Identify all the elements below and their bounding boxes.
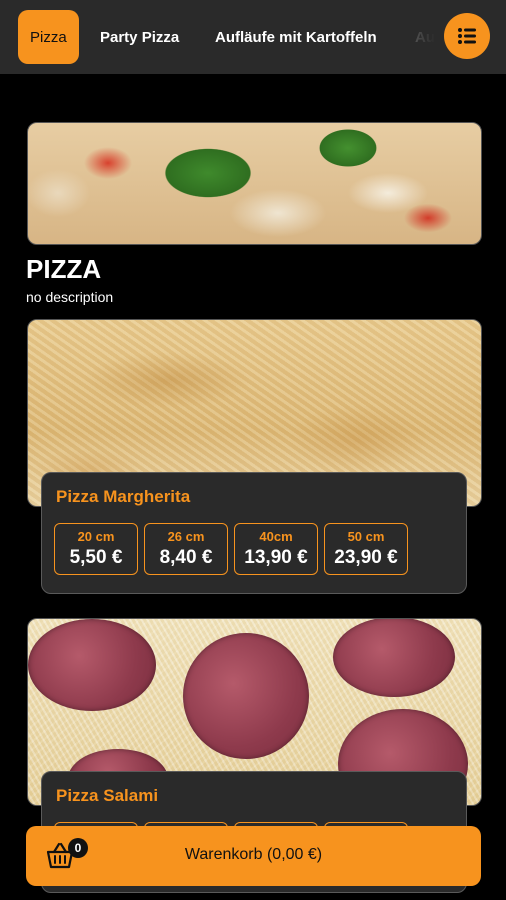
size-option-20cm[interactable]: 20 cm 5,50 € <box>54 523 138 575</box>
size-options: 20 cm 5,50 € 26 cm 8,40 € 40cm 13,90 € 5… <box>54 523 408 575</box>
list-icon <box>458 28 476 44</box>
size-price: 5,50 € <box>69 547 123 568</box>
size-label: 26 cm <box>167 529 205 544</box>
size-price: 13,90 € <box>244 547 308 568</box>
product-name: Pizza Margherita <box>56 487 191 506</box>
category-tab-party-pizza[interactable]: Party Pizza <box>100 10 179 64</box>
cart-button[interactable]: 0 Warenkorb (0,00 €) <box>26 826 481 886</box>
section-description: no description <box>26 289 114 305</box>
product-card-margherita[interactable]: Pizza Margherita 20 cm 5,50 € 26 cm 8,40… <box>41 472 467 594</box>
category-bar: Pizza Party Pizza Aufläufe mit Kartoffel… <box>0 0 506 74</box>
size-label: 40cm <box>259 529 293 544</box>
size-price: 8,40 € <box>159 547 213 568</box>
size-label: 50 cm <box>347 529 385 544</box>
salami-slice <box>183 633 309 759</box>
cart-label: Warenkorb (0,00 €) <box>184 846 323 863</box>
salami-slice <box>333 619 455 697</box>
scroll-fade <box>384 0 444 74</box>
size-option-50cm[interactable]: 50 cm 23,90 € <box>324 523 408 575</box>
category-menu-button[interactable] <box>444 13 490 59</box>
category-tab-pizza[interactable]: Pizza <box>18 10 79 64</box>
salami-slice <box>28 619 156 711</box>
size-option-26cm[interactable]: 26 cm 8,40 € <box>144 523 228 575</box>
category-tab-auflaeufe[interactable]: Aufläufe mit Kartoffeln <box>215 10 377 64</box>
section-title: PIZZA <box>26 254 102 284</box>
category-banner-image <box>27 122 482 245</box>
product-name: Pizza Salami <box>56 786 159 805</box>
size-price: 23,90 € <box>334 547 398 568</box>
size-label: 20 cm <box>77 529 115 544</box>
main-content: PIZZA no description Pizza Margherita 20… <box>0 74 506 900</box>
size-option-40cm[interactable]: 40cm 13,90 € <box>234 523 318 575</box>
